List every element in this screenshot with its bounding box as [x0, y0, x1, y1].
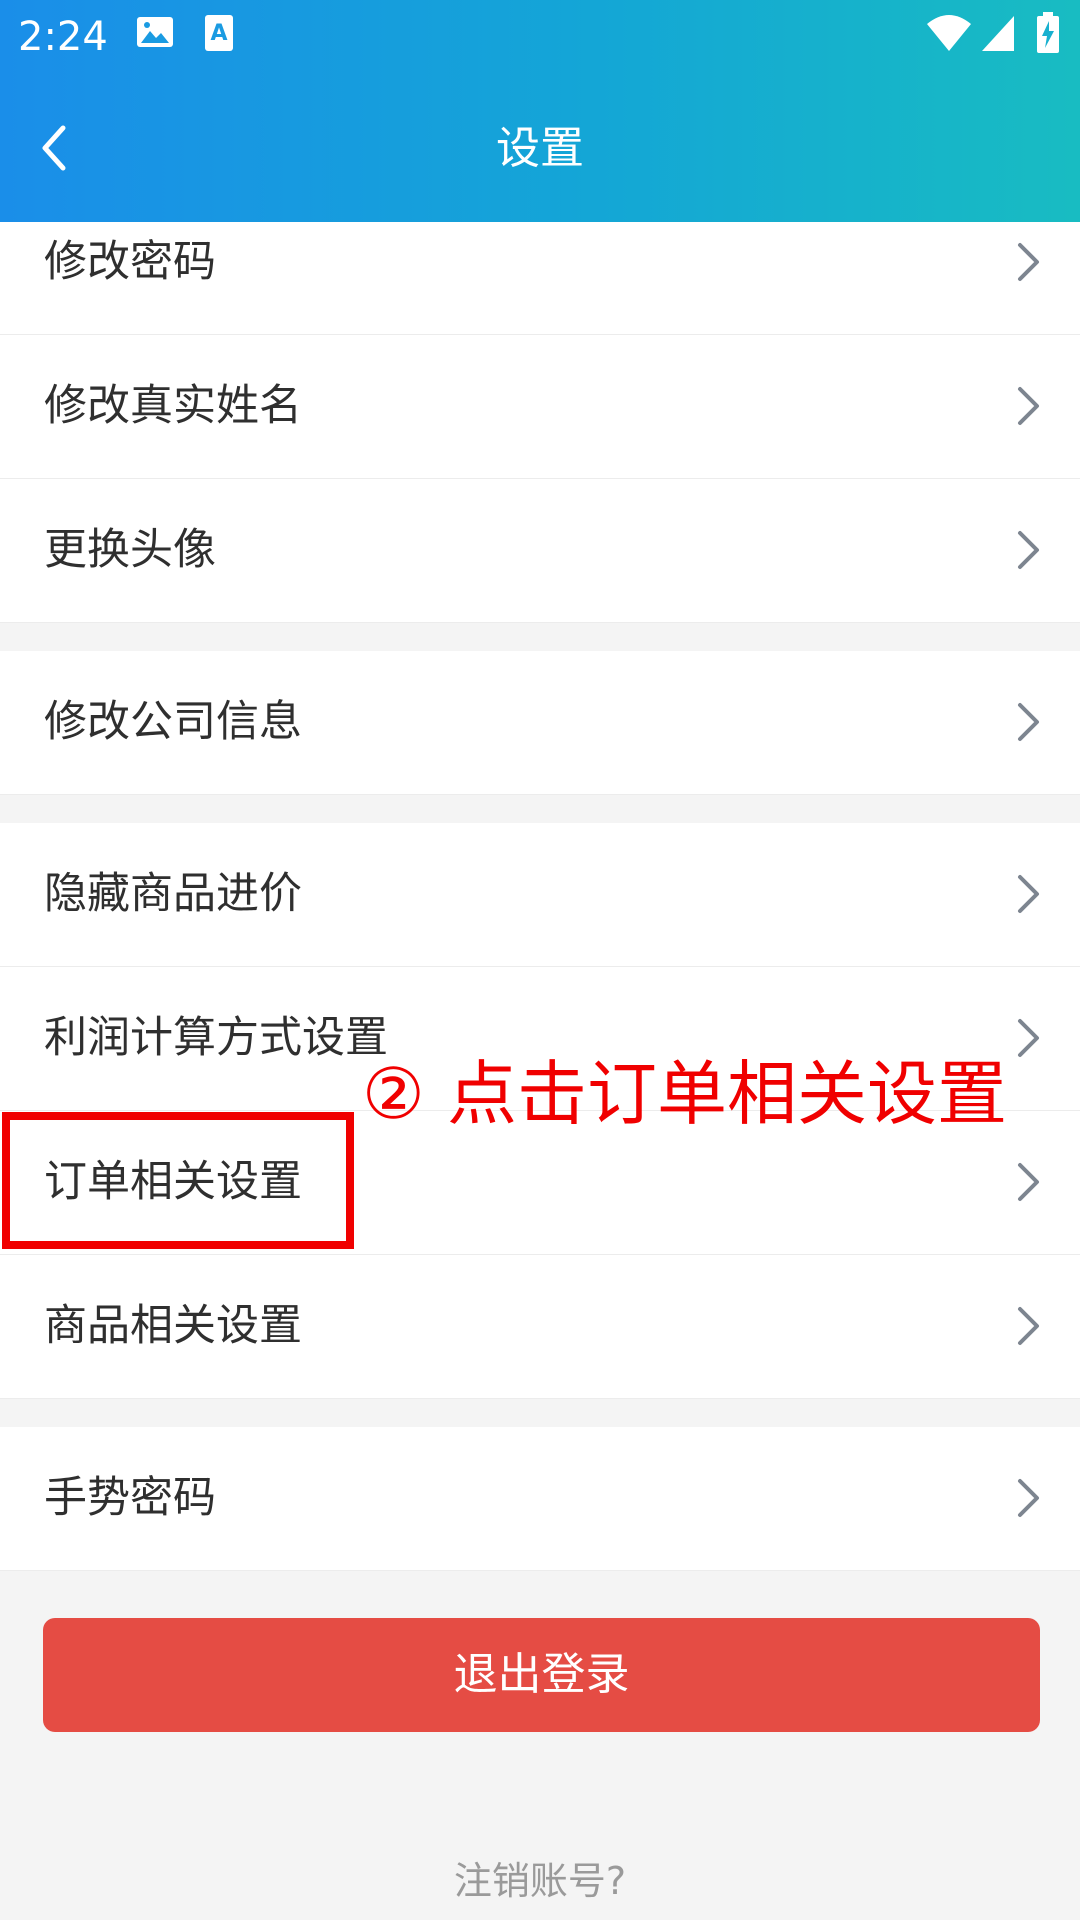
chevron-right-icon	[1018, 703, 1039, 741]
chevron-right-icon	[1018, 1019, 1039, 1057]
menu-item-label: 商品相关设置	[44, 1301, 302, 1351]
logout-button[interactable]: 退出登录	[43, 1618, 1040, 1732]
chevron-right-icon	[1018, 1307, 1039, 1345]
battery-icon	[1036, 12, 1060, 58]
chevron-right-icon	[1018, 531, 1039, 569]
chevron-right-icon	[1018, 387, 1039, 425]
section-divider	[0, 623, 1080, 651]
status-time: 2:24	[18, 14, 108, 60]
chevron-right-icon	[1018, 875, 1039, 913]
tutorial-annotation: ② 点击订单相关设置	[362, 1053, 1008, 1135]
text-notification-icon: A	[204, 14, 234, 56]
chevron-right-icon	[1018, 1479, 1039, 1517]
menu-item-label: 修改公司信息	[44, 697, 302, 747]
section-divider	[0, 795, 1080, 823]
wifi-icon	[926, 14, 972, 56]
menu-item-change-avatar[interactable]: 更换头像	[0, 479, 1080, 623]
menu-item-label: 隐藏商品进价	[44, 869, 302, 919]
svg-text:A: A	[210, 21, 227, 46]
menu-item-label: 手势密码	[44, 1473, 216, 1523]
status-bar: 2:24 A	[0, 0, 1080, 76]
image-notification-icon	[136, 16, 174, 52]
menu-item-hide-purchase-price[interactable]: 隐藏商品进价	[0, 823, 1080, 967]
app-header: 2:24 A 设置	[0, 0, 1080, 222]
settings-list: 修改密码 修改真实姓名 更换头像 修改公司信息 隐藏商品进价 利润计算方式设置 …	[0, 222, 1080, 1571]
menu-item-label: 利润计算方式设置	[44, 1013, 388, 1063]
menu-item-change-password[interactable]: 修改密码	[0, 222, 1080, 335]
menu-item-label: 修改真实姓名	[44, 381, 302, 431]
menu-item-company-info[interactable]: 修改公司信息	[0, 651, 1080, 795]
menu-item-label: 更换头像	[44, 525, 216, 575]
signal-icon	[980, 14, 1016, 56]
cancel-account-link[interactable]: 注销账号?	[0, 1850, 1080, 1905]
menu-item-change-real-name[interactable]: 修改真实姓名	[0, 335, 1080, 479]
menu-item-gesture-password[interactable]: 手势密码	[0, 1427, 1080, 1571]
section-divider	[0, 1399, 1080, 1427]
chevron-right-icon	[1018, 1163, 1039, 1201]
page-title: 设置	[496, 123, 584, 174]
menu-item-label: 订单相关设置	[44, 1157, 302, 1207]
menu-item-label: 修改密码	[44, 237, 216, 287]
menu-item-product-settings[interactable]: 商品相关设置	[0, 1255, 1080, 1399]
chevron-right-icon	[1018, 243, 1039, 281]
navbar: 设置	[0, 76, 1080, 222]
